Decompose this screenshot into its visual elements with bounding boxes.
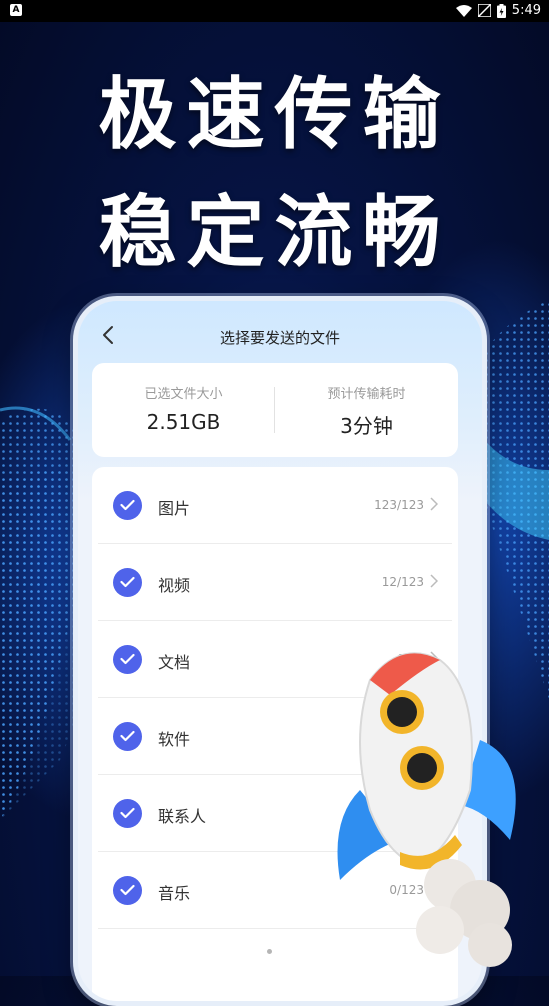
chevron-right-icon <box>430 497 438 511</box>
checked-icon[interactable] <box>113 645 142 674</box>
selected-size-label: 已选文件大小 <box>144 387 223 402</box>
transfer-summary-card: 已选文件大小 2.51GB 预计传输耗时 3分钟 <box>92 363 458 457</box>
nav-bar: 选择要发送的文件 <box>78 319 482 355</box>
category-count: 123/123 <box>374 498 424 512</box>
category-name: 视频 <box>158 576 191 595</box>
category-count: 12/123 <box>381 575 424 589</box>
hero-title-line1: 极速传输 <box>98 70 451 160</box>
chevron-right-icon <box>430 574 438 588</box>
hero-title-line2: 稳定流畅 <box>98 188 451 278</box>
checked-icon[interactable] <box>113 876 142 905</box>
page-title: 选择要发送的文件 <box>219 329 340 347</box>
checked-icon[interactable] <box>113 491 142 520</box>
category-name: 图片 <box>158 499 191 518</box>
eta-value: 3分钟 <box>340 414 393 438</box>
category-name: 软件 <box>158 730 191 749</box>
category-name: 联系人 <box>158 807 207 826</box>
checked-icon[interactable] <box>113 722 142 751</box>
eta-label: 预计传输耗时 <box>327 387 406 402</box>
checked-icon[interactable] <box>113 568 142 597</box>
category-row-images[interactable]: 图片 123/123 <box>92 467 458 544</box>
selected-size-value: 2.51GB <box>146 410 221 434</box>
selected-size-block: 已选文件大小 2.51GB <box>92 383 275 434</box>
category-name: 音乐 <box>158 884 191 903</box>
category-name: 文档 <box>158 653 191 672</box>
eta-block: 预计传输耗时 3分钟 <box>275 383 458 439</box>
page-indicator-dot <box>267 949 272 954</box>
checked-icon[interactable] <box>113 799 142 828</box>
rocket-illustration <box>337 652 516 967</box>
category-row-videos[interactable]: 视频 12/123 <box>92 544 458 621</box>
